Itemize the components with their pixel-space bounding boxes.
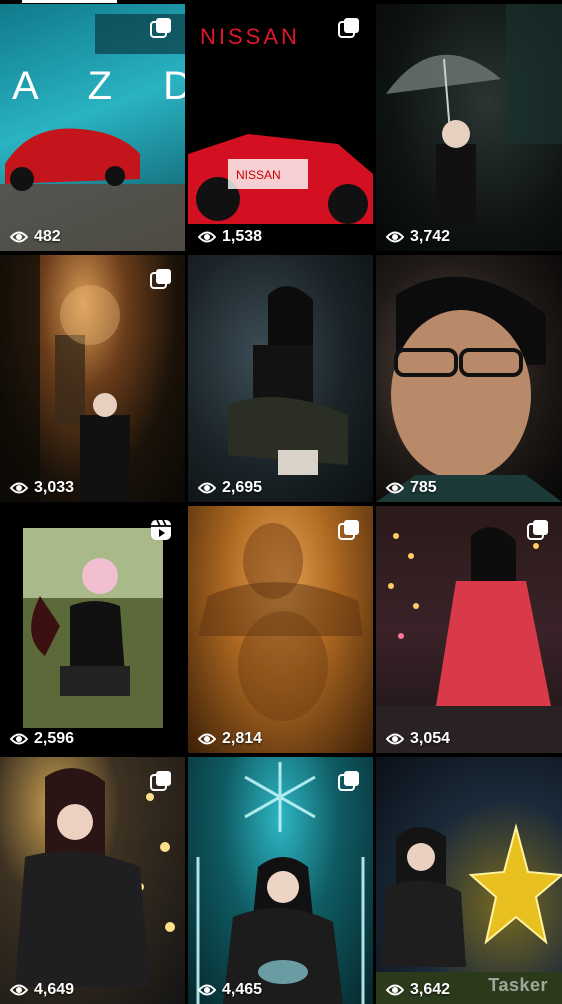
post-photo [0,506,185,753]
view-count-value: 2,695 [222,479,263,496]
post-tile[interactable]: 2,695 [188,255,373,502]
eye-icon [198,984,216,996]
posts-grid: A Z D 482 NISSAN NISSAN 1,538 [0,4,562,1004]
brand-letters: A Z D [12,64,185,108]
view-count-value: 3,742 [410,228,451,245]
view-count: 3,033 [10,479,74,497]
multi-post-icon [337,518,361,542]
view-count-value: 3,642 [410,981,451,998]
post-photo: A Z D [0,4,185,251]
view-count-value: 1,538 [222,228,263,245]
view-count: 482 [10,228,61,246]
view-count: 3,054 [386,730,450,748]
post-tile[interactable]: 4,465 [188,757,373,1004]
post-photo [188,506,373,753]
post-tile[interactable]: 3,742 [376,4,562,251]
view-count: 3,742 [386,228,450,246]
view-count-value: 3,054 [410,730,451,747]
view-count: 3,642 [386,981,450,999]
view-count-value: 4,649 [34,981,75,998]
eye-icon [10,733,28,745]
post-tile[interactable]: 2,814 [188,506,373,753]
multi-post-icon [149,769,173,793]
view-count-value: 2,814 [222,730,263,747]
watermark: Tasker [488,975,548,995]
eye-icon [10,482,28,494]
post-tile[interactable]: 3,033 [0,255,185,502]
eye-icon [198,482,216,494]
post-photo: NISSAN NISSAN [188,4,373,251]
view-count-value: 482 [34,228,61,245]
view-count: 2,814 [198,730,262,748]
multi-post-icon [526,518,550,542]
selected-tab-indicator [22,0,117,3]
eye-icon [198,231,216,243]
car-label: NISSAN [236,168,281,182]
view-count: 2,596 [10,730,74,748]
multi-post-icon [149,267,173,291]
eye-icon [10,984,28,996]
brand-sign: NISSAN [200,24,300,49]
post-tile[interactable]: A Z D 482 [0,4,185,251]
multi-post-icon [337,769,361,793]
reel-icon [149,518,173,542]
eye-icon [386,482,404,494]
view-count: 4,649 [10,981,74,999]
view-count: 2,695 [198,479,262,497]
post-tile[interactable]: 3,642 Tasker [376,757,562,1004]
post-photo [376,255,562,502]
view-count: 4,465 [198,981,262,999]
eye-icon [386,984,404,996]
post-photo [376,506,562,753]
eye-icon [386,231,404,243]
view-count-value: 2,596 [34,730,75,747]
eye-icon [386,733,404,745]
post-tile[interactable]: 3,054 [376,506,562,753]
view-count-value: 4,465 [222,981,263,998]
post-photo [188,255,373,502]
view-count-value: 785 [410,479,437,496]
view-count: 1,538 [198,228,262,246]
post-tile[interactable]: 785 [376,255,562,502]
post-tile[interactable]: NISSAN NISSAN 1,538 [188,4,373,251]
view-count: 785 [386,479,437,497]
post-photo [0,757,185,1004]
post-photo [376,757,562,1004]
post-tile[interactable]: 2,596 [0,506,185,753]
post-photo [376,4,562,251]
multi-post-icon [337,16,361,40]
multi-post-icon [149,16,173,40]
eye-icon [198,733,216,745]
post-photo [0,255,185,502]
post-tile[interactable]: 4,649 [0,757,185,1004]
eye-icon [10,231,28,243]
view-count-value: 3,033 [34,479,75,496]
post-photo [188,757,373,1004]
